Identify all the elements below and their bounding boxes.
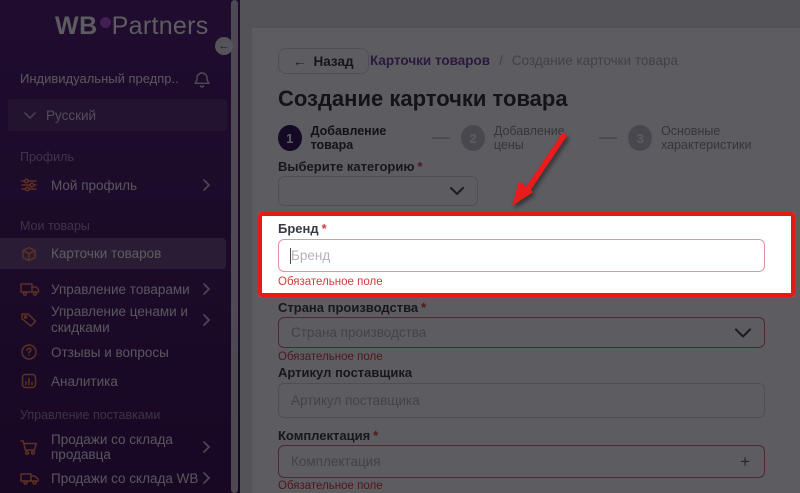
language-label: Русский bbox=[46, 107, 97, 123]
required-asterisk: * bbox=[417, 159, 423, 174]
sidebar-item-price-management[interactable]: Управление ценами и скидками bbox=[20, 302, 210, 338]
truck-icon bbox=[20, 280, 40, 298]
category-select[interactable] bbox=[278, 176, 478, 206]
logo-wb-text: WB bbox=[55, 12, 98, 40]
chevron-down-icon bbox=[24, 111, 36, 119]
wb-partners-logo: WB Partners bbox=[55, 12, 209, 41]
account-name: Индивидуальный предпр... bbox=[20, 71, 178, 86]
delivery-truck-icon bbox=[20, 469, 40, 487]
text-caret bbox=[290, 248, 291, 264]
brand-input[interactable] bbox=[279, 240, 764, 271]
sidebar-item-label: Мой профиль bbox=[51, 177, 138, 193]
main-content: ← Назад Карточки товаров / Создание карт… bbox=[240, 0, 800, 493]
article-input[interactable] bbox=[279, 384, 764, 417]
step-number: 1 bbox=[278, 125, 302, 151]
stepper: 1 Добавление товара 2 Добавление цены 3 … bbox=[278, 124, 800, 152]
plus-icon[interactable]: + bbox=[740, 452, 750, 472]
article-label: Артикул поставщика bbox=[278, 365, 413, 380]
sidebar-item-reviews-questions[interactable]: Отзывы и вопросы bbox=[20, 340, 210, 364]
chevron-right-icon bbox=[203, 283, 210, 295]
step-2-add-price[interactable]: 2 Добавление цены bbox=[461, 124, 588, 152]
sidebar-item-label: Продажи со склада продавца bbox=[51, 432, 173, 462]
chevron-right-icon bbox=[203, 441, 210, 453]
sidebar-item-analytics[interactable]: Аналитика bbox=[20, 369, 210, 393]
section-title-supply-management: Управление поставками bbox=[20, 408, 161, 422]
sidebar-item-product-cards[interactable]: Карточки товаров bbox=[0, 238, 226, 269]
category-label: Выберите категорию * bbox=[278, 159, 423, 174]
sidebar-item-label: Управление ценами и скидками bbox=[51, 304, 188, 335]
sidebar-item-label: Отзывы и вопросы bbox=[51, 344, 169, 360]
sidebar-item-label: Продажи со склада WB bbox=[51, 470, 199, 486]
chevron-down-icon bbox=[450, 187, 464, 195]
required-asterisk: * bbox=[373, 428, 379, 443]
tag-icon bbox=[20, 311, 40, 329]
kit-label: Комплектация * bbox=[278, 428, 379, 443]
back-button[interactable]: ← Назад bbox=[278, 48, 369, 74]
sidebar-item-seller-warehouse-sales[interactable]: Продажи со склада продавца bbox=[20, 432, 210, 462]
sidebar-item-label: Аналитика bbox=[51, 373, 118, 389]
breadcrumb-current: Создание карточки товара bbox=[511, 53, 678, 68]
country-label: Страна производства * bbox=[278, 300, 427, 315]
sidebar-item-label: Управление товарами bbox=[51, 281, 190, 297]
brand-label: Бренд * bbox=[278, 221, 327, 236]
country-select[interactable]: Страна производства bbox=[278, 317, 765, 348]
step-connector bbox=[432, 137, 451, 139]
wb-partners-app: WB Partners ← Индивидуальный предпр... Р… bbox=[0, 0, 800, 493]
bell-icon[interactable] bbox=[192, 70, 212, 90]
sidebar-item-goods-management[interactable]: Управление товарами bbox=[20, 277, 210, 301]
country-placeholder: Страна производства bbox=[291, 325, 427, 340]
step-3-main-characteristics[interactable]: 3 Основные характеристики bbox=[628, 124, 800, 152]
section-title-profile: Профиль bbox=[20, 150, 74, 164]
step-label: Добавление цены bbox=[493, 124, 565, 152]
step-1-add-product[interactable]: 1 Добавление товара bbox=[278, 124, 421, 152]
logo-partners-text: Partners bbox=[111, 12, 209, 40]
sliders-icon bbox=[20, 176, 40, 194]
brand-error: Обязательное поле bbox=[278, 276, 383, 288]
required-asterisk: * bbox=[421, 300, 427, 315]
breadcrumb-separator: / bbox=[499, 53, 503, 68]
sidebar-item-my-profile[interactable]: Мой профиль bbox=[20, 173, 210, 197]
cart-icon bbox=[20, 438, 40, 456]
step-label: Добавление товара bbox=[310, 124, 387, 152]
step-number: 3 bbox=[628, 125, 652, 151]
breadcrumb: Карточки товаров / Создание карточки тов… bbox=[370, 53, 678, 68]
back-arrow-icon: ← bbox=[293, 53, 307, 69]
breadcrumb-link-product-cards[interactable]: Карточки товаров bbox=[370, 53, 490, 68]
required-asterisk: * bbox=[321, 221, 327, 236]
brand-field-wrap bbox=[278, 239, 765, 272]
sidebar-item-wb-warehouse-sales[interactable]: Продажи со склада WB bbox=[20, 466, 210, 490]
language-selector[interactable]: Русский bbox=[8, 99, 227, 131]
kit-input[interactable] bbox=[279, 446, 764, 477]
back-label: Назад bbox=[313, 53, 354, 69]
step-number: 2 bbox=[461, 125, 485, 151]
article-field-wrap bbox=[278, 383, 765, 418]
kit-field-wrap: + bbox=[278, 445, 765, 478]
country-error: Обязательное поле bbox=[278, 351, 383, 363]
kit-error: Обязательное поле bbox=[278, 480, 383, 492]
step-label: Основные характеристики bbox=[660, 124, 752, 152]
content-card: ← Назад Карточки товаров / Создание карт… bbox=[252, 28, 800, 493]
step-connector bbox=[599, 137, 618, 139]
chevron-down-icon bbox=[735, 328, 751, 337]
sidebar-item-label: Карточки товаров bbox=[51, 246, 162, 261]
chevron-right-icon bbox=[203, 314, 210, 326]
chevron-right-icon bbox=[203, 179, 210, 191]
package-icon bbox=[20, 245, 40, 263]
logo-dot-icon bbox=[99, 17, 111, 28]
help-circle-icon bbox=[20, 343, 40, 361]
chevron-right-icon bbox=[203, 472, 210, 484]
page-title: Создание карточки товара bbox=[278, 86, 568, 111]
section-title-my-goods: Мои товары bbox=[20, 219, 90, 233]
sidebar: WB Partners ← Индивидуальный предпр... Р… bbox=[0, 0, 240, 493]
sidebar-scrollbar[interactable] bbox=[231, 0, 238, 493]
analytics-icon bbox=[20, 372, 40, 390]
